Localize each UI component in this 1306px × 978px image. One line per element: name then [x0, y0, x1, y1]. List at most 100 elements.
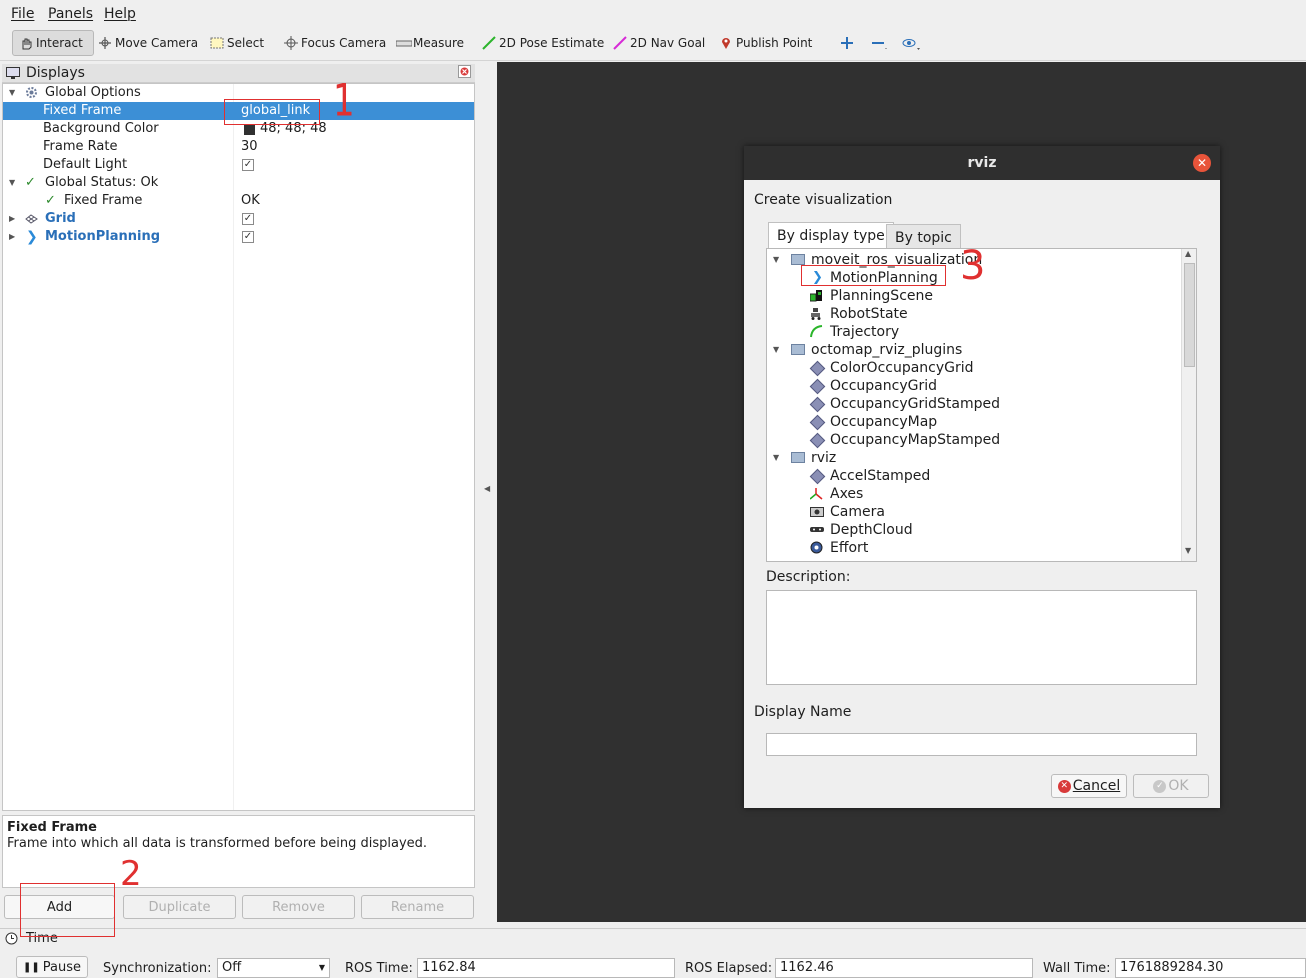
- pause-label: Pause: [42, 959, 81, 975]
- plugin-diamond-icon: [809, 396, 826, 413]
- item-label: OccupancyGridStamped: [830, 396, 1000, 412]
- close-icon: ✕: [1196, 156, 1208, 170]
- collapse-arrow-icon: ▶: [9, 232, 16, 241]
- add-tool-button[interactable]: [840, 30, 854, 56]
- grid-checkbox[interactable]: ✓: [242, 213, 254, 225]
- scrollbar-thumb[interactable]: [1184, 263, 1195, 367]
- annotation-box-fixed-frame: [224, 99, 320, 125]
- publish-point-button[interactable]: Publish Point: [719, 30, 812, 56]
- list-item-occupancymap[interactable]: OccupancyMap: [767, 413, 1181, 431]
- grid-display-label: Grid: [45, 211, 76, 226]
- tab-by-display-type[interactable]: By display type: [768, 222, 894, 249]
- folder-icon: [791, 254, 805, 265]
- list-item-coloroccupancygrid[interactable]: ColorOccupancyGrid: [767, 359, 1181, 377]
- effort-icon: [810, 541, 823, 554]
- list-item-depthcloud[interactable]: DepthCloud: [767, 521, 1181, 539]
- list-item-occupancygridstamped[interactable]: OccupancyGridStamped: [767, 395, 1181, 413]
- list-item-occupancymapstamped[interactable]: OccupancyMapStamped: [767, 431, 1181, 449]
- list-item-occupancygrid[interactable]: OccupancyGrid: [767, 377, 1181, 395]
- tree-row-grid[interactable]: ▶ Grid ✓: [3, 210, 474, 228]
- ok-icon: ✓: [1153, 779, 1167, 793]
- tree-row-default-light[interactable]: Default Light ✓: [3, 156, 474, 174]
- select-rect-icon: [210, 36, 224, 50]
- rename-label: Rename: [390, 899, 445, 915]
- status-fixed-frame-label: Fixed Frame: [64, 193, 143, 208]
- display-type-list[interactable]: ▼ moveit_ros_visualization ❯ MotionPlann…: [766, 248, 1197, 562]
- folder-icon: [791, 344, 805, 355]
- tab-by-topic[interactable]: By topic: [886, 224, 961, 248]
- group-name: octomap_rviz_plugins: [811, 342, 963, 358]
- expand-arrow-icon: ▼: [773, 345, 780, 354]
- group-name: rviz: [811, 450, 837, 466]
- expand-arrow-icon: ▼: [773, 453, 780, 462]
- sync-value: Off: [222, 960, 242, 975]
- measure-label: Measure: [413, 36, 464, 50]
- description-area: [766, 590, 1197, 685]
- interact-tool-button[interactable]: Interact: [12, 30, 94, 56]
- item-label: RobotState: [830, 306, 908, 322]
- interact-label: Interact: [36, 36, 83, 50]
- collapse-left-icon: ◀: [484, 484, 491, 493]
- remove-button[interactable]: Remove: [242, 895, 355, 919]
- color-swatch[interactable]: [244, 124, 255, 135]
- ros-elapsed-field[interactable]: 1162.46: [775, 958, 1033, 978]
- global-options-label: Global Options: [45, 85, 141, 100]
- wall-time-field[interactable]: 1761889284.30: [1115, 958, 1306, 978]
- tree-row-motion-planning[interactable]: ▶ ❯ MotionPlanning ✓: [3, 228, 474, 246]
- nav-goal-label: 2D Nav Goal: [630, 36, 706, 50]
- nav-goal-button[interactable]: 2D Nav Goal: [613, 30, 705, 56]
- tab-label: By topic: [895, 230, 952, 246]
- frame-rate-value[interactable]: 30: [241, 138, 258, 156]
- duplicate-button[interactable]: Duplicate: [123, 895, 236, 919]
- ok-button[interactable]: ✓ OK: [1133, 774, 1209, 798]
- rename-button[interactable]: Rename: [361, 895, 474, 919]
- plus-icon: [840, 36, 854, 50]
- frame-rate-label: Frame Rate: [43, 139, 118, 154]
- axes-icon: [809, 487, 823, 500]
- select-label: Select: [227, 36, 265, 50]
- background-color-label: Background Color: [43, 121, 159, 136]
- move-camera-button[interactable]: Move Camera: [98, 30, 198, 56]
- list-item-accelstamped[interactable]: AccelStamped: [767, 467, 1181, 485]
- list-item-axes[interactable]: Axes: [767, 485, 1181, 503]
- panel-splitter[interactable]: ◀: [477, 62, 497, 922]
- motion-planning-checkbox[interactable]: ✓: [242, 231, 254, 243]
- displays-header: Displays: [2, 64, 475, 83]
- list-item-planningscene[interactable]: PlanningScene: [767, 287, 1181, 305]
- tool-properties-button[interactable]: [902, 30, 920, 56]
- list-item-robotstate[interactable]: RobotState: [767, 305, 1181, 323]
- item-label: Camera: [830, 504, 885, 520]
- ros-time-field[interactable]: 1162.84: [417, 958, 675, 978]
- tree-row-global-status[interactable]: ▼ ✓ Global Status: Ok: [3, 174, 474, 192]
- focus-camera-button[interactable]: Focus Camera: [284, 30, 386, 56]
- list-scrollbar[interactable]: ▲ ▼: [1181, 249, 1196, 561]
- menu-panels[interactable]: Panels: [48, 6, 93, 22]
- dialog-heading: Create visualization: [754, 192, 893, 208]
- cancel-icon: ✕: [1057, 779, 1071, 793]
- plugin-diamond-icon: [809, 360, 826, 377]
- remove-tool-button[interactable]: [871, 30, 887, 56]
- menu-help[interactable]: Help: [104, 6, 136, 22]
- menu-file[interactable]: File: [11, 6, 34, 22]
- list-item-effort[interactable]: Effort: [767, 539, 1181, 557]
- list-item-camera[interactable]: Camera: [767, 503, 1181, 521]
- group-octomap-rviz-plugins[interactable]: ▼ octomap_rviz_plugins: [767, 341, 1181, 359]
- ruler-icon: [395, 36, 413, 50]
- hand-icon: [19, 36, 33, 50]
- dialog-close-button[interactable]: ✕: [1193, 154, 1211, 172]
- measure-tool-button[interactable]: Measure: [395, 30, 464, 56]
- tree-row-status-fixed-frame[interactable]: ✓ Fixed Frame OK: [3, 192, 474, 210]
- display-name-input[interactable]: [766, 733, 1197, 756]
- close-panel-button[interactable]: [458, 65, 471, 78]
- sync-select[interactable]: Off ▼: [217, 958, 330, 978]
- cancel-button[interactable]: ✕ Cancel: [1051, 774, 1127, 798]
- dialog-titlebar[interactable]: rviz ✕: [744, 146, 1220, 180]
- tree-row-frame-rate[interactable]: Frame Rate 30: [3, 138, 474, 156]
- group-rviz[interactable]: ▼ rviz: [767, 449, 1181, 467]
- select-tool-button[interactable]: Select: [210, 30, 264, 56]
- focus-camera-label: Focus Camera: [301, 36, 387, 50]
- default-light-checkbox[interactable]: ✓: [242, 159, 254, 171]
- pose-estimate-button[interactable]: 2D Pose Estimate: [482, 30, 604, 56]
- list-item-trajectory[interactable]: Trajectory: [767, 323, 1181, 341]
- toolbar: Interact Move Camera Select Focus Camera…: [0, 28, 1306, 61]
